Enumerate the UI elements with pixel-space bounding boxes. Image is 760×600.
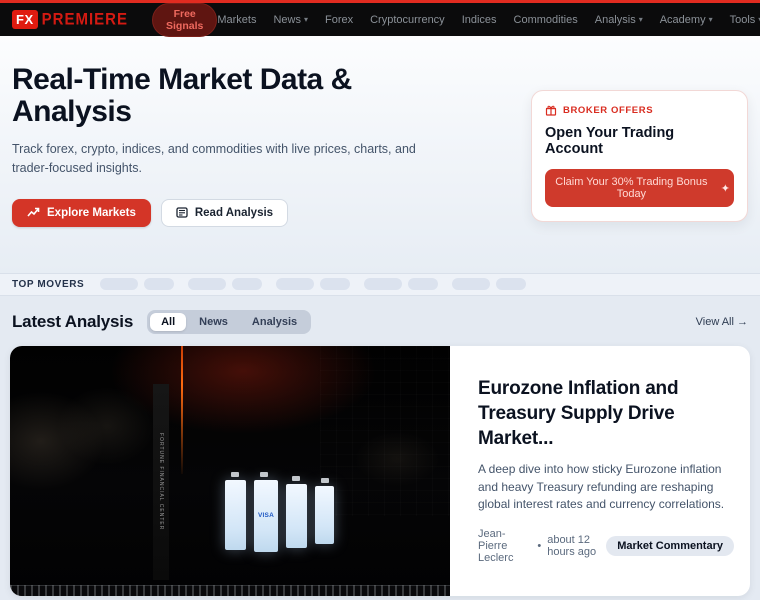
skeleton-pill — [408, 278, 439, 291]
chevron-down-icon: ▾ — [638, 15, 643, 24]
page-title: Real-Time Market Data & Analysis — [12, 63, 352, 128]
nav-item-news[interactable]: News ▾ — [273, 14, 308, 26]
skeleton-pill — [232, 278, 263, 291]
billboard-panel-visa: VISA — [254, 471, 278, 552]
broker-offers-title: Open Your Trading Account — [545, 125, 675, 157]
billboard-screens: VISA — [225, 471, 334, 552]
nav-item-indices[interactable]: Indices — [462, 14, 497, 26]
nav-item-markets[interactable]: Markets — [217, 14, 256, 26]
site-logo[interactable]: FX PREMIERE — [12, 10, 128, 29]
latest-analysis-header: Latest Analysis All News Analysis View A… — [0, 309, 760, 334]
chevron-down-icon: ▾ — [708, 15, 713, 24]
top-nav-bar: FX PREMIERE Free Signals Markets News ▾ F… — [0, 0, 760, 37]
hero-section: Real-Time Market Data & Analysis Track f… — [0, 36, 760, 273]
building-sign: FORTUNE FINANCIAL CENTER — [153, 383, 169, 580]
nav-item-commodities[interactable]: Commodities — [514, 14, 578, 26]
main-nav: Markets News ▾ Forex Cryptocurrency Indic… — [217, 13, 760, 26]
skeleton-pill — [276, 278, 315, 291]
nav-item-tools[interactable]: Tools▾ — [730, 14, 760, 26]
featured-article-body: Eurozone Inflation and Treasury Supply D… — [450, 346, 750, 596]
view-all-link[interactable]: View All → — [696, 316, 748, 328]
logo-wordmark: PREMIERE — [41, 10, 128, 29]
hero-copy: Real-Time Market Data & Analysis Track f… — [12, 60, 531, 227]
explore-markets-button[interactable]: Explore Markets — [12, 198, 151, 227]
skeleton-pill-group — [364, 278, 439, 291]
skeleton-pill — [144, 278, 175, 291]
sparkle-icon: ✦ — [720, 182, 730, 195]
article-excerpt: A deep dive into how sticky Eurozone inf… — [478, 462, 725, 511]
skeleton-pill-group — [100, 278, 175, 291]
hero-buttons: Explore Markets Read Analysis — [12, 198, 531, 227]
featured-article-image[interactable]: FORTUNE FINANCIAL CENTER VISA — [10, 345, 450, 596]
nav-item-forex[interactable]: Forex — [325, 14, 353, 26]
section-heading: Latest Analysis — [12, 311, 134, 331]
tab-news[interactable]: News — [188, 313, 239, 331]
visa-logo: VISA — [258, 512, 274, 520]
featured-article-card: FORTUNE FINANCIAL CENTER VISA Eurozone I… — [10, 345, 750, 596]
top-movers-bar: TOP MOVERS — [0, 272, 760, 296]
content-filter-tabs: All News Analysis — [147, 309, 312, 334]
newspaper-icon — [176, 207, 188, 218]
meta-dot-separator: • — [537, 540, 542, 553]
broker-offers-card: BROKER OFFERS Open Your Trading Account … — [531, 90, 748, 222]
article-author: Jean-Pierre Leclerc — [478, 528, 514, 565]
skeleton-pill-group — [452, 278, 527, 291]
article-title[interactable]: Eurozone Inflation and Treasury Supply D… — [478, 377, 734, 451]
page-subtitle: Track forex, crypto, indices, and commod… — [12, 142, 416, 176]
skeleton-pill-group — [276, 278, 351, 291]
article-meta: Jean-Pierre Leclerc • about 12 hours ago… — [478, 528, 734, 564]
skeleton-pill — [100, 278, 139, 291]
building-facade — [320, 345, 450, 516]
street-fence — [10, 584, 450, 596]
gift-icon — [545, 104, 557, 116]
lit-pole — [181, 345, 183, 474]
skeleton-pill — [452, 278, 491, 291]
article-timestamp: about 12 hours ago — [547, 534, 597, 559]
billboard-panel — [225, 471, 246, 550]
article-category-badge[interactable]: Market Commentary — [606, 536, 734, 557]
chevron-down-icon: ▾ — [303, 15, 308, 24]
skeleton-pill — [364, 278, 403, 291]
tab-analysis[interactable]: Analysis — [241, 313, 308, 331]
skeleton-pill — [188, 278, 227, 291]
tab-all[interactable]: All — [150, 312, 187, 331]
billboard-panel — [286, 475, 307, 548]
skeleton-pill — [496, 278, 527, 291]
nav-item-cryptocurrency[interactable]: Cryptocurrency — [370, 14, 445, 26]
nav-item-analysis[interactable]: Analysis ▾ — [595, 14, 643, 26]
skeleton-pill-group — [188, 278, 263, 291]
read-analysis-button[interactable]: Read Analysis — [160, 198, 289, 227]
broker-offers-eyebrow: BROKER OFFERS — [545, 104, 734, 116]
top-movers-skeletons — [100, 278, 527, 291]
claim-bonus-button[interactable]: Claim Your 30% Trading Bonus Today ✦ — [545, 169, 734, 207]
top-movers-label: TOP MOVERS — [12, 278, 85, 290]
trending-up-icon — [27, 207, 40, 218]
nav-item-academy[interactable]: Academy ▾ — [660, 14, 713, 26]
logo-fx-mark: FX — [12, 10, 38, 29]
free-signals-button[interactable]: Free Signals — [151, 2, 218, 37]
skeleton-pill — [320, 278, 351, 291]
billboard-panel — [315, 477, 334, 544]
